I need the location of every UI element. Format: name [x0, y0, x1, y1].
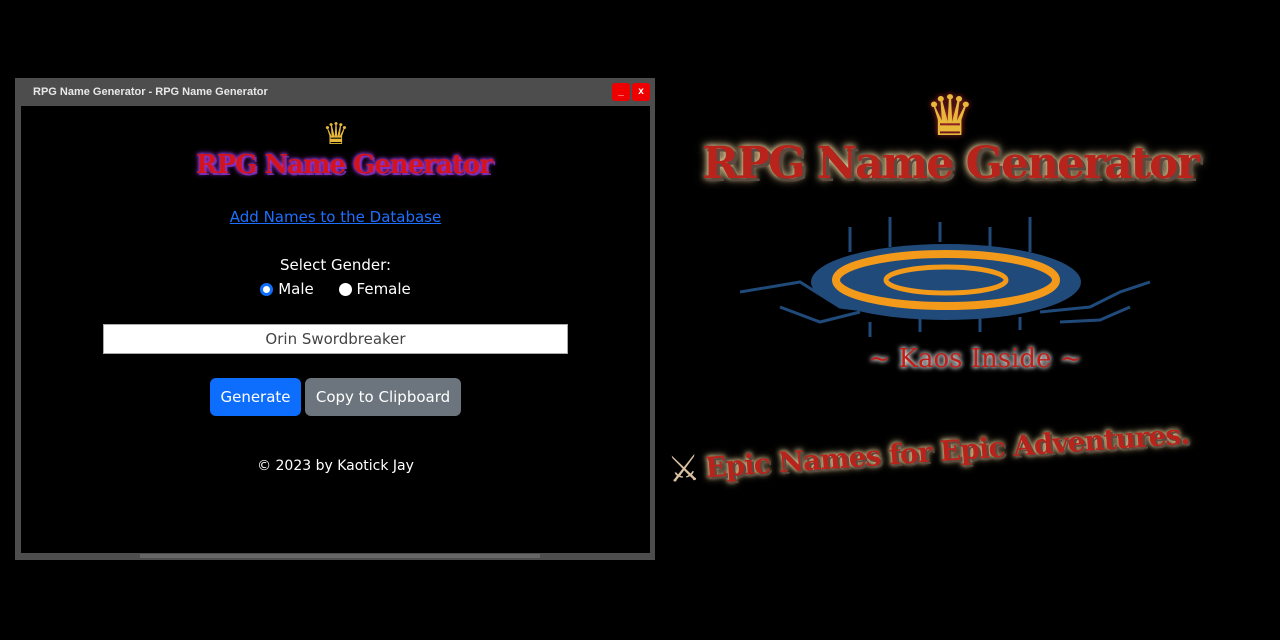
window-title: RPG Name Generator - RPG Name Generator [33, 86, 268, 98]
banner-logo: ♛ RPG Name Generator [680, 88, 1220, 190]
gender-radio-group: Male Female [21, 280, 650, 300]
banner-subtitle: ~ Kaos Inside ~ [868, 344, 1082, 374]
copy-to-clipboard-button[interactable]: Copy to Clipboard [305, 378, 461, 416]
tagline-text: Epic Names for Epic Adventures. [704, 417, 1190, 485]
radio-male-label: Male [278, 280, 314, 298]
gender-label: Select Gender: [279, 256, 392, 274]
app-logo: ♛ RPG Name Generator [196, 117, 493, 190]
crossed-swords-icon: ⚔ [666, 447, 702, 491]
banner-tagline: ⚔ Epic Names for Epic Adventures. [667, 414, 1191, 491]
title-bar[interactable]: RPG Name Generator - RPG Name Generator … [15, 78, 655, 106]
app-content: ♛ RPG Name Generator Add Names to the Da… [21, 106, 650, 553]
minimize-button[interactable]: _ [612, 83, 630, 101]
generated-name-field[interactable]: Orin Swordbreaker [103, 324, 568, 354]
horizontal-scrollbar[interactable] [140, 554, 540, 558]
footer-copyright: © 2023 by Kaotick Jay [257, 458, 414, 474]
app-window: RPG Name Generator - RPG Name Generator … [15, 78, 655, 560]
crown-icon: ♛ [322, 117, 350, 152]
radio-male[interactable]: Male [260, 280, 314, 298]
radio-female-label: Female [356, 280, 411, 298]
banner-logo-text: RPG Name Generator [702, 138, 1199, 189]
add-names-link[interactable]: Add Names to the Database [21, 208, 650, 226]
radio-male-button[interactable] [260, 282, 274, 296]
radio-female-button[interactable] [338, 282, 352, 296]
radio-female[interactable]: Female [338, 280, 411, 298]
app-logo-text: RPG Name Generator [196, 150, 493, 180]
close-button[interactable]: x [632, 83, 650, 101]
generate-button[interactable]: Generate [210, 378, 301, 416]
kaos-emblem-icon [740, 217, 1151, 337]
